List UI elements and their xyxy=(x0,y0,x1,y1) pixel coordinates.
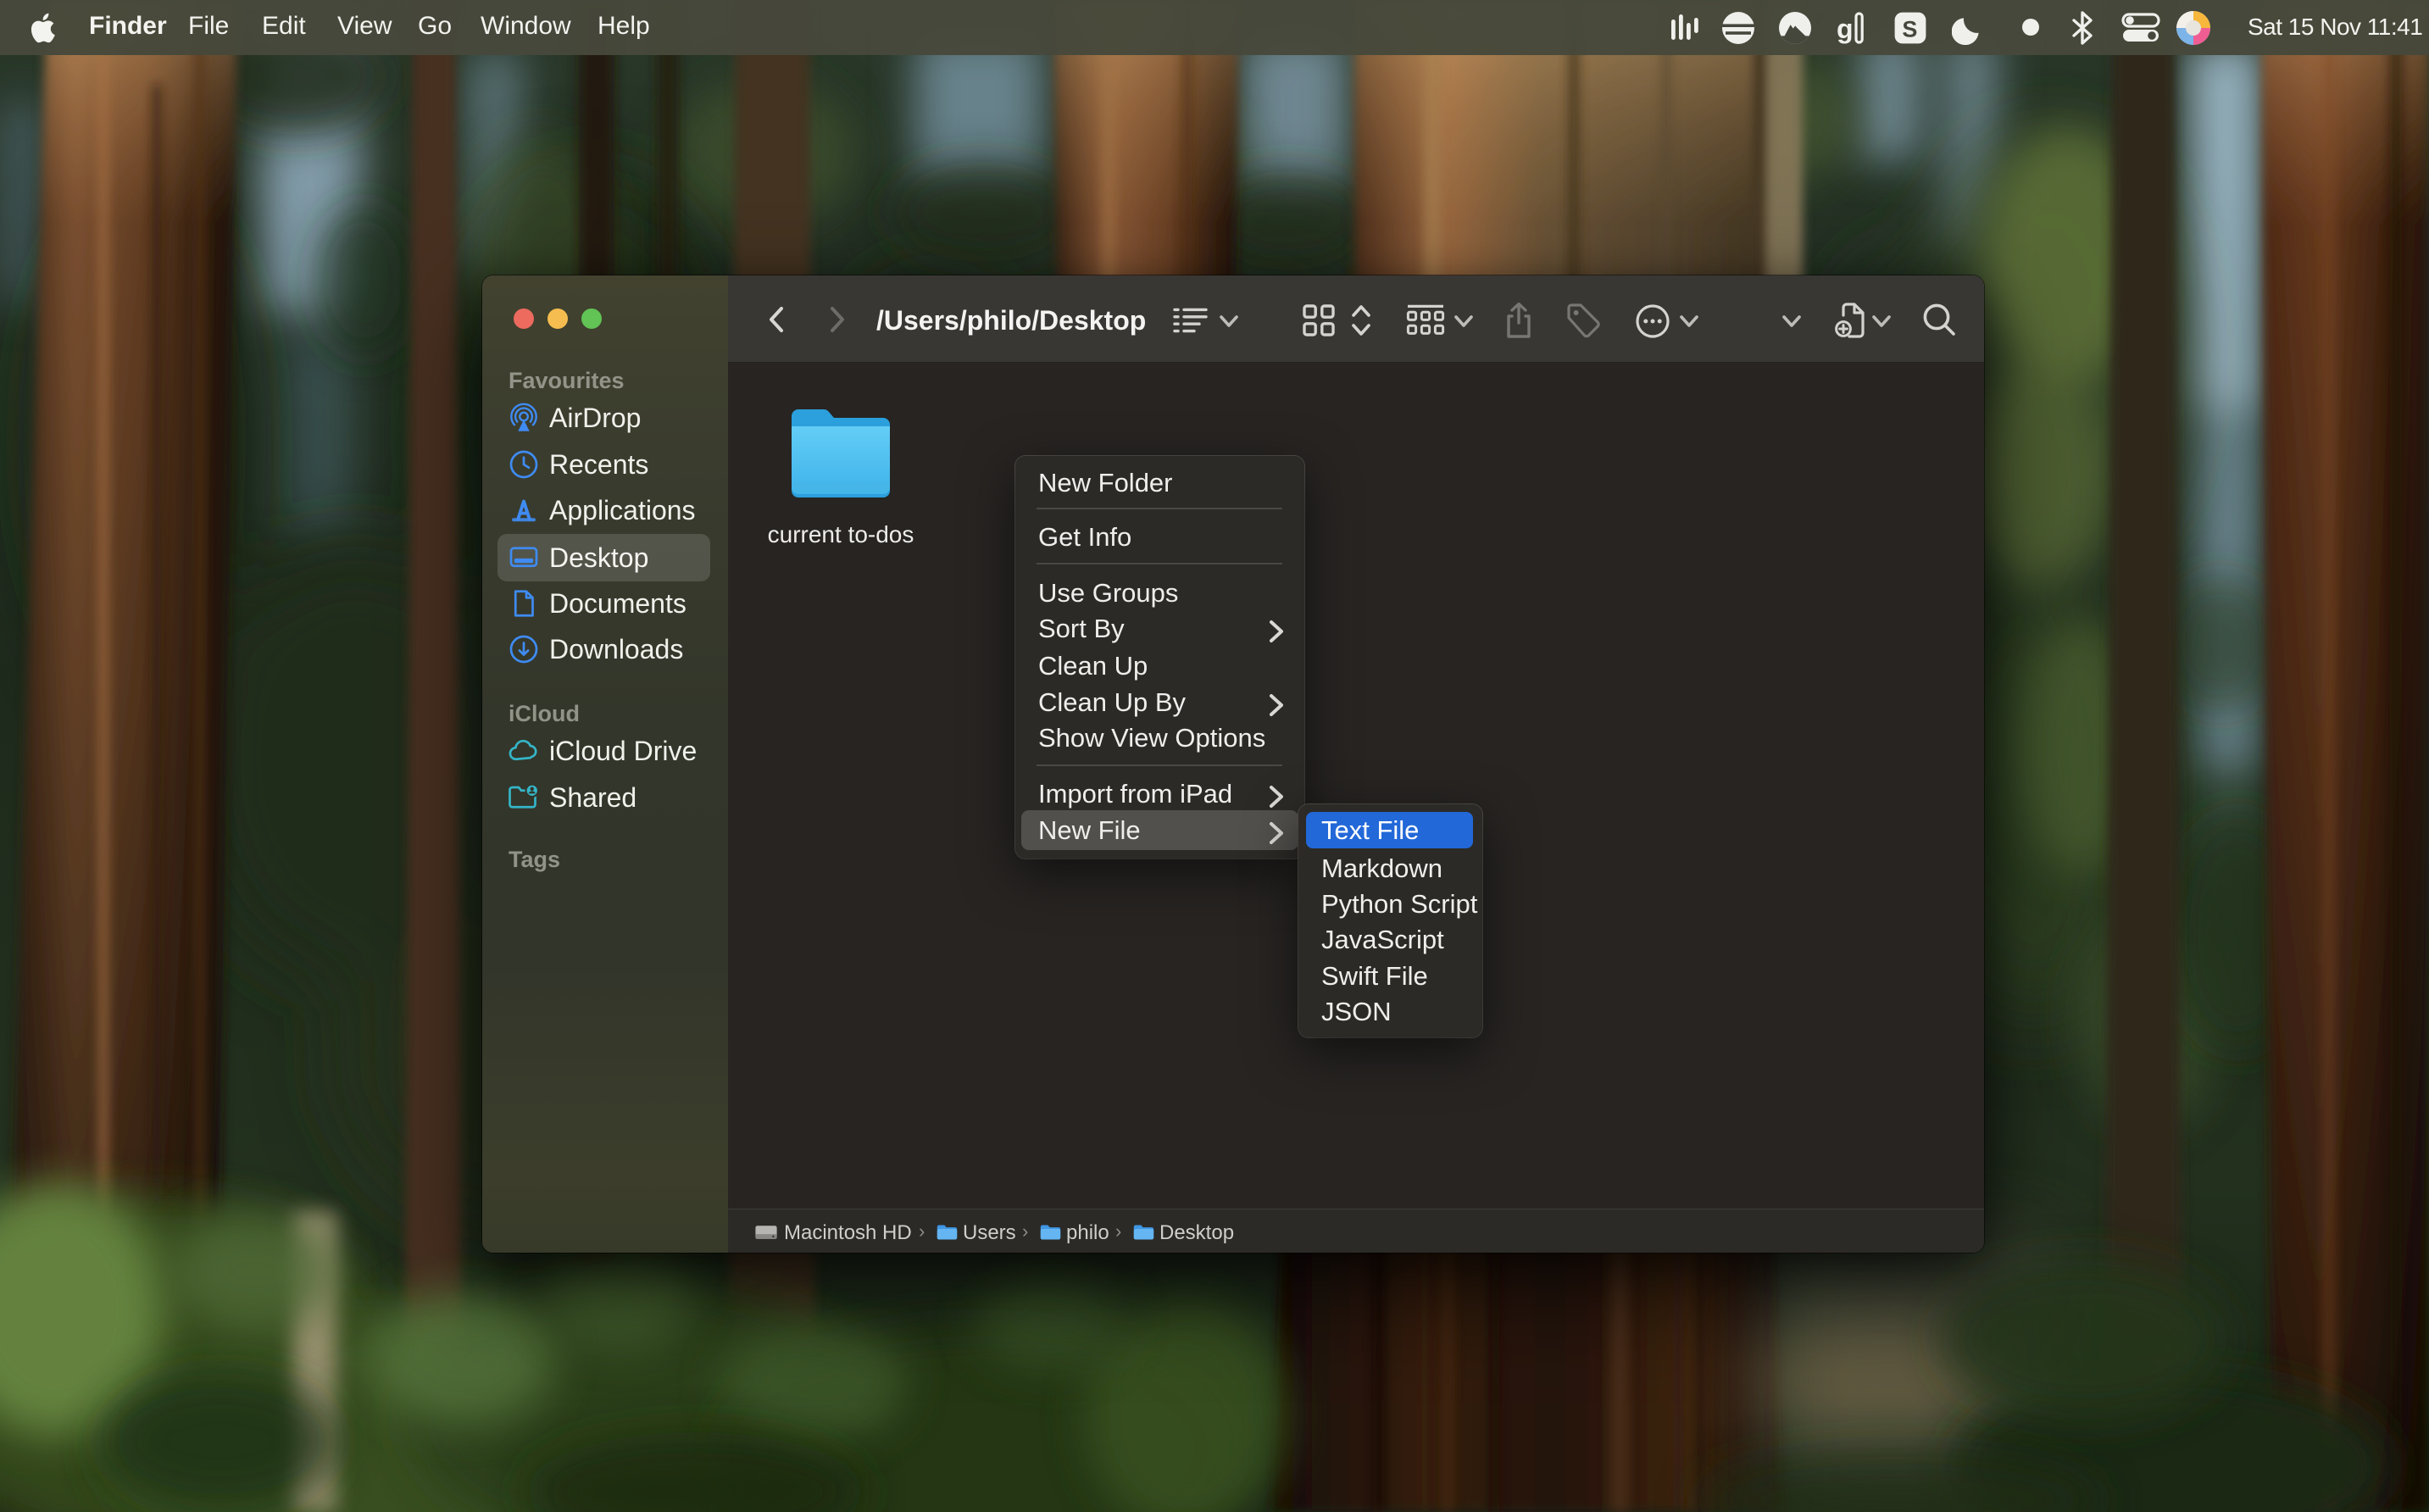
svg-text:S: S xyxy=(1902,16,1917,42)
svg-text:g: g xyxy=(1837,14,1854,44)
